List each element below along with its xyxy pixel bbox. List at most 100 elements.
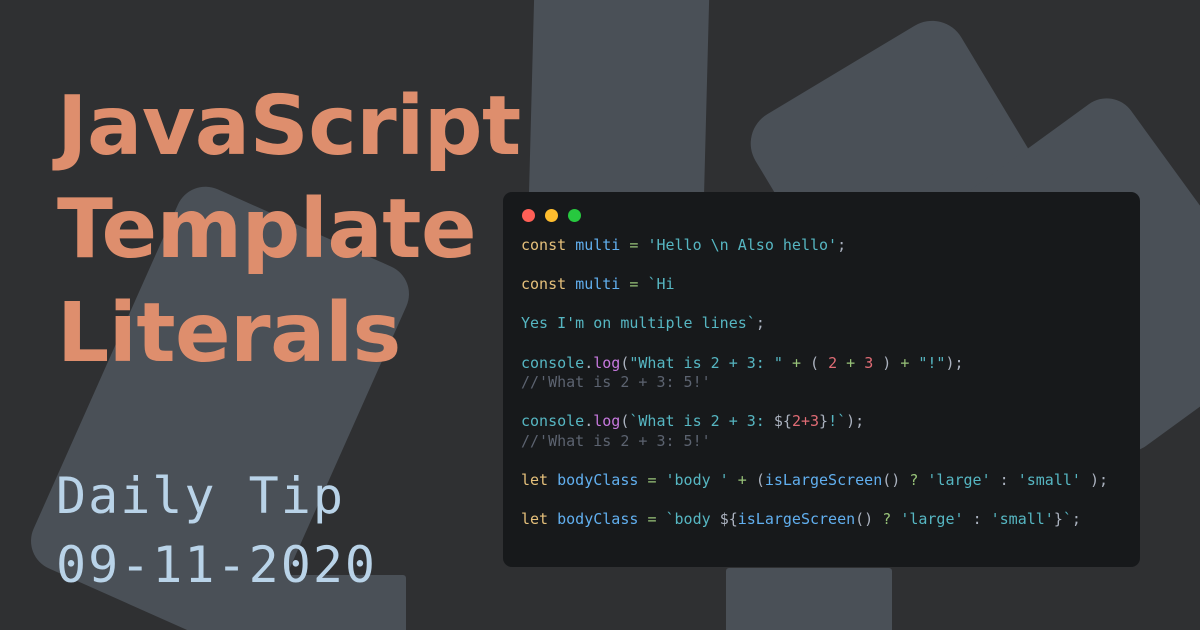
code-token: + — [737, 471, 747, 490]
code-token: + — [846, 353, 856, 372]
code-token: //'What is 2 + 3: 5!' — [521, 431, 711, 450]
code-window-titlebar — [522, 209, 581, 222]
code-line: let bodyClass = 'body ' + (isLargeScreen… — [521, 471, 1132, 491]
code-token: "!" — [918, 353, 946, 372]
code-token: } — [819, 412, 829, 431]
code-token: . — [584, 353, 594, 372]
code-line: let bodyClass = `body ${isLargeScreen() … — [521, 510, 1132, 530]
code-token: `body — [665, 510, 720, 529]
code-token: + — [800, 412, 810, 431]
code-token: let — [521, 510, 549, 529]
daily-tip-date: 09-11-2020 — [56, 535, 378, 594]
minimize-icon[interactable] — [545, 209, 558, 222]
code-line: //'What is 2 + 3: 5!' — [521, 373, 1132, 393]
code-token: () — [855, 510, 874, 529]
maximize-icon[interactable] — [568, 209, 581, 222]
code-token: ); — [945, 353, 964, 372]
code-token: `What is 2 + 3: — [629, 412, 774, 431]
code-token: ${ — [719, 510, 738, 529]
code-line: //'What is 2 + 3: 5!' — [521, 432, 1132, 452]
code-token: 'large' — [900, 510, 964, 529]
code-token: bodyClass — [557, 471, 639, 490]
code-token: log — [593, 353, 621, 372]
code-token: () — [882, 471, 901, 490]
code-token: let — [521, 471, 549, 490]
code-token: 'Hello \n Also hello' — [647, 236, 838, 254]
code-token: 3 — [810, 412, 820, 431]
code-line: console.log(`What is 2 + 3: ${2+3}!`); — [521, 412, 1132, 432]
code-token: ? — [882, 510, 892, 529]
code-token: + — [900, 353, 910, 372]
code-token: + — [791, 353, 801, 372]
code-token: ); — [1089, 471, 1109, 490]
code-token: ; — [1071, 510, 1081, 529]
daily-tip-label: Daily Tip — [56, 467, 345, 525]
code-token: ${ — [773, 412, 792, 431]
daily-tip-block: Daily Tip 09-11-2020 — [56, 462, 377, 599]
code-token: console — [521, 412, 585, 431]
code-token: 'small' — [990, 510, 1054, 529]
code-content[interactable]: const multi = 'Hello \n Also hello'; con… — [521, 236, 1132, 530]
code-token: : — [972, 510, 982, 529]
code-window: const multi = 'Hello \n Also hello'; con… — [503, 192, 1140, 567]
code-token: const — [521, 275, 567, 294]
code-token: multi — [575, 236, 621, 254]
code-token: isLargeScreen — [737, 510, 856, 529]
code-token: ) — [882, 353, 892, 372]
code-token: : — [999, 471, 1009, 490]
code-token: 'small' — [1017, 471, 1081, 490]
code-line: const multi = `Hi — [521, 275, 1132, 295]
code-token: "What is 2 + 3: " — [629, 353, 783, 372]
code-token: ); — [846, 412, 865, 431]
code-token: 'large' — [927, 471, 991, 490]
code-token: 3 — [864, 353, 874, 372]
code-token: ( — [810, 353, 820, 372]
code-token: log — [593, 412, 621, 431]
code-token: `Hi — [647, 275, 675, 294]
code-token: multi — [575, 275, 621, 294]
code-token: ; — [837, 236, 847, 254]
code-line: console.log("What is 2 + 3: " + ( 2 + 3 … — [521, 354, 1132, 374]
code-token: . — [584, 412, 594, 431]
code-token: ; — [755, 314, 765, 333]
code-token: isLargeScreen — [764, 471, 883, 490]
code-token: 2 — [828, 353, 838, 372]
decor-block-bottom-mid — [726, 568, 892, 630]
code-token: const — [521, 236, 567, 254]
code-line: Yes I'm on multiple lines`; — [521, 314, 1132, 334]
poster-canvas: JavaScript Template Literals Daily Tip 0… — [0, 0, 1200, 630]
code-line: const multi = 'Hello \n Also hello'; — [521, 236, 1132, 256]
code-token: bodyClass — [557, 510, 639, 529]
code-token: 'body ' — [665, 471, 729, 490]
code-token: Yes I'm on multiple lines` — [521, 314, 756, 333]
close-icon[interactable] — [522, 209, 535, 222]
